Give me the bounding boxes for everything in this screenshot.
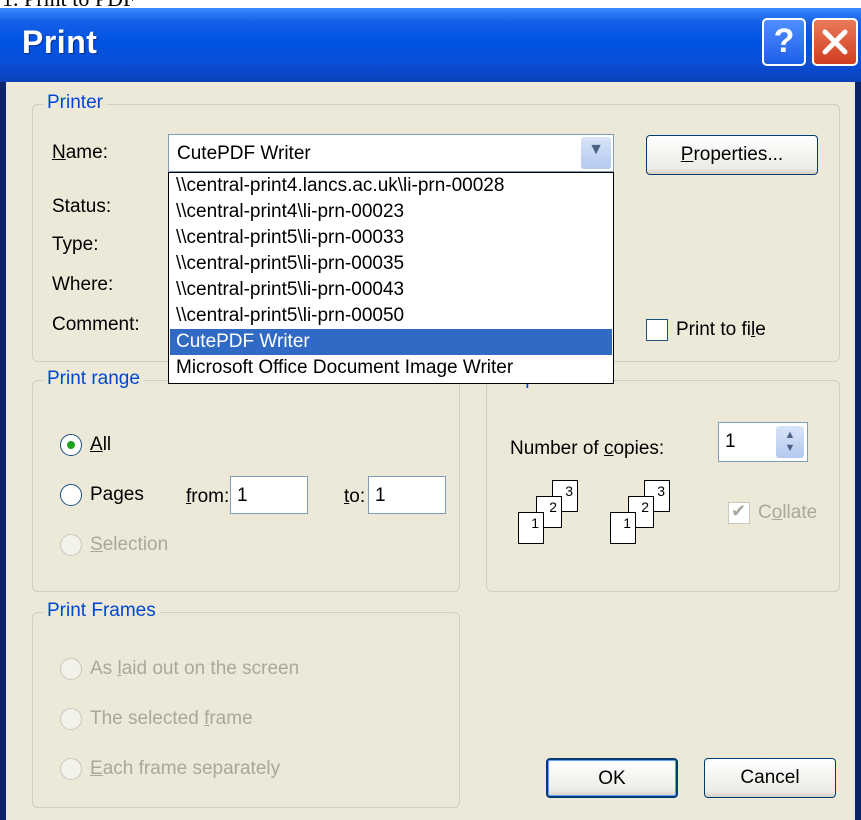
print-frames-legend: Print Frames	[43, 600, 160, 622]
comment-label: Comment:	[52, 314, 140, 335]
from-label: from:	[186, 486, 230, 507]
printer-option-selected[interactable]: CutePDF Writer	[170, 329, 612, 355]
to-input[interactable]: 1	[368, 476, 446, 514]
print-to-file-label[interactable]: Print to file	[676, 319, 766, 341]
name-label: Name:	[52, 142, 108, 163]
printer-option[interactable]: Microsoft Office Document Image Writer	[170, 355, 612, 381]
printer-option[interactable]: \\central-print4\li-prn-00023	[170, 199, 612, 225]
title-bar[interactable]: Print ?	[0, 8, 861, 82]
as-laid-out-radio[interactable]	[60, 658, 82, 680]
type-label: Type:	[52, 234, 99, 255]
print-dialog: Print ? Printer Name: Status: Type: Wher…	[0, 8, 861, 820]
help-icon: ?	[773, 22, 795, 60]
all-radio[interactable]	[60, 434, 82, 456]
all-label[interactable]: All	[90, 434, 111, 456]
pages-radio[interactable]	[60, 484, 82, 506]
chevron-down-icon: ▼	[588, 141, 604, 158]
collate-page-1a: 1	[518, 512, 544, 544]
collate-page-1b: 1	[610, 512, 636, 544]
number-of-copies-label: Number of copies:	[510, 438, 665, 459]
printer-name-value: CutePDF Writer	[177, 143, 311, 164]
printer-option[interactable]: \\central-print5\li-prn-00033	[170, 225, 612, 251]
properties-button[interactable]: Properties...	[646, 135, 818, 175]
pages-label[interactable]: Pages	[90, 484, 144, 506]
spinner-down-icon: ▼	[784, 442, 796, 454]
selected-frame-radio[interactable]	[60, 708, 82, 730]
each-frame-radio[interactable]	[60, 758, 82, 780]
printer-legend: Printer	[43, 92, 107, 114]
copies-spinner[interactable]: ▲ ▼	[776, 426, 804, 458]
cancel-button[interactable]: Cancel	[704, 758, 836, 798]
spinner-up-icon: ▲	[784, 429, 796, 441]
printer-dropdown-list[interactable]: \\central-print4.lancs.ac.uk\li-prn-0002…	[168, 172, 614, 384]
where-label: Where:	[52, 274, 114, 295]
selection-radio[interactable]	[60, 534, 82, 556]
status-label: Status:	[52, 196, 112, 217]
printer-option[interactable]: \\central-print5\li-prn-00043	[170, 277, 612, 303]
help-button[interactable]: ?	[762, 18, 806, 66]
as-laid-out-label[interactable]: As laid out on the screen	[90, 658, 299, 680]
dialog-body: Printer Name: Status: Type: Where: Comme…	[6, 82, 855, 820]
print-range-legend: Print range	[43, 368, 144, 390]
collate-checkbox[interactable]: ✔	[728, 501, 750, 524]
printer-option[interactable]: \\central-print5\li-prn-00050	[170, 303, 612, 329]
selection-label[interactable]: Selection	[90, 534, 168, 556]
each-frame-label[interactable]: Each frame separately	[90, 758, 280, 780]
close-icon	[822, 29, 848, 55]
selected-frame-label[interactable]: The selected frame	[90, 708, 253, 730]
checkmark-icon: ✔	[731, 501, 747, 521]
close-button[interactable]	[812, 18, 858, 66]
to-label: to:	[344, 486, 366, 507]
ok-button[interactable]: OK	[546, 758, 678, 798]
printer-option[interactable]: \\central-print5\li-prn-00035	[170, 251, 612, 277]
printer-name-select[interactable]: CutePDF Writer ▼	[168, 134, 614, 172]
printer-option[interactable]: \\central-print4.lancs.ac.uk\li-prn-0002…	[170, 173, 612, 199]
collate-label[interactable]: Collate	[758, 502, 817, 524]
from-input[interactable]: 1	[230, 476, 308, 514]
dropdown-button[interactable]: ▼	[581, 137, 611, 169]
print-to-file-checkbox[interactable]	[646, 319, 668, 341]
dialog-title: Print	[22, 24, 98, 60]
